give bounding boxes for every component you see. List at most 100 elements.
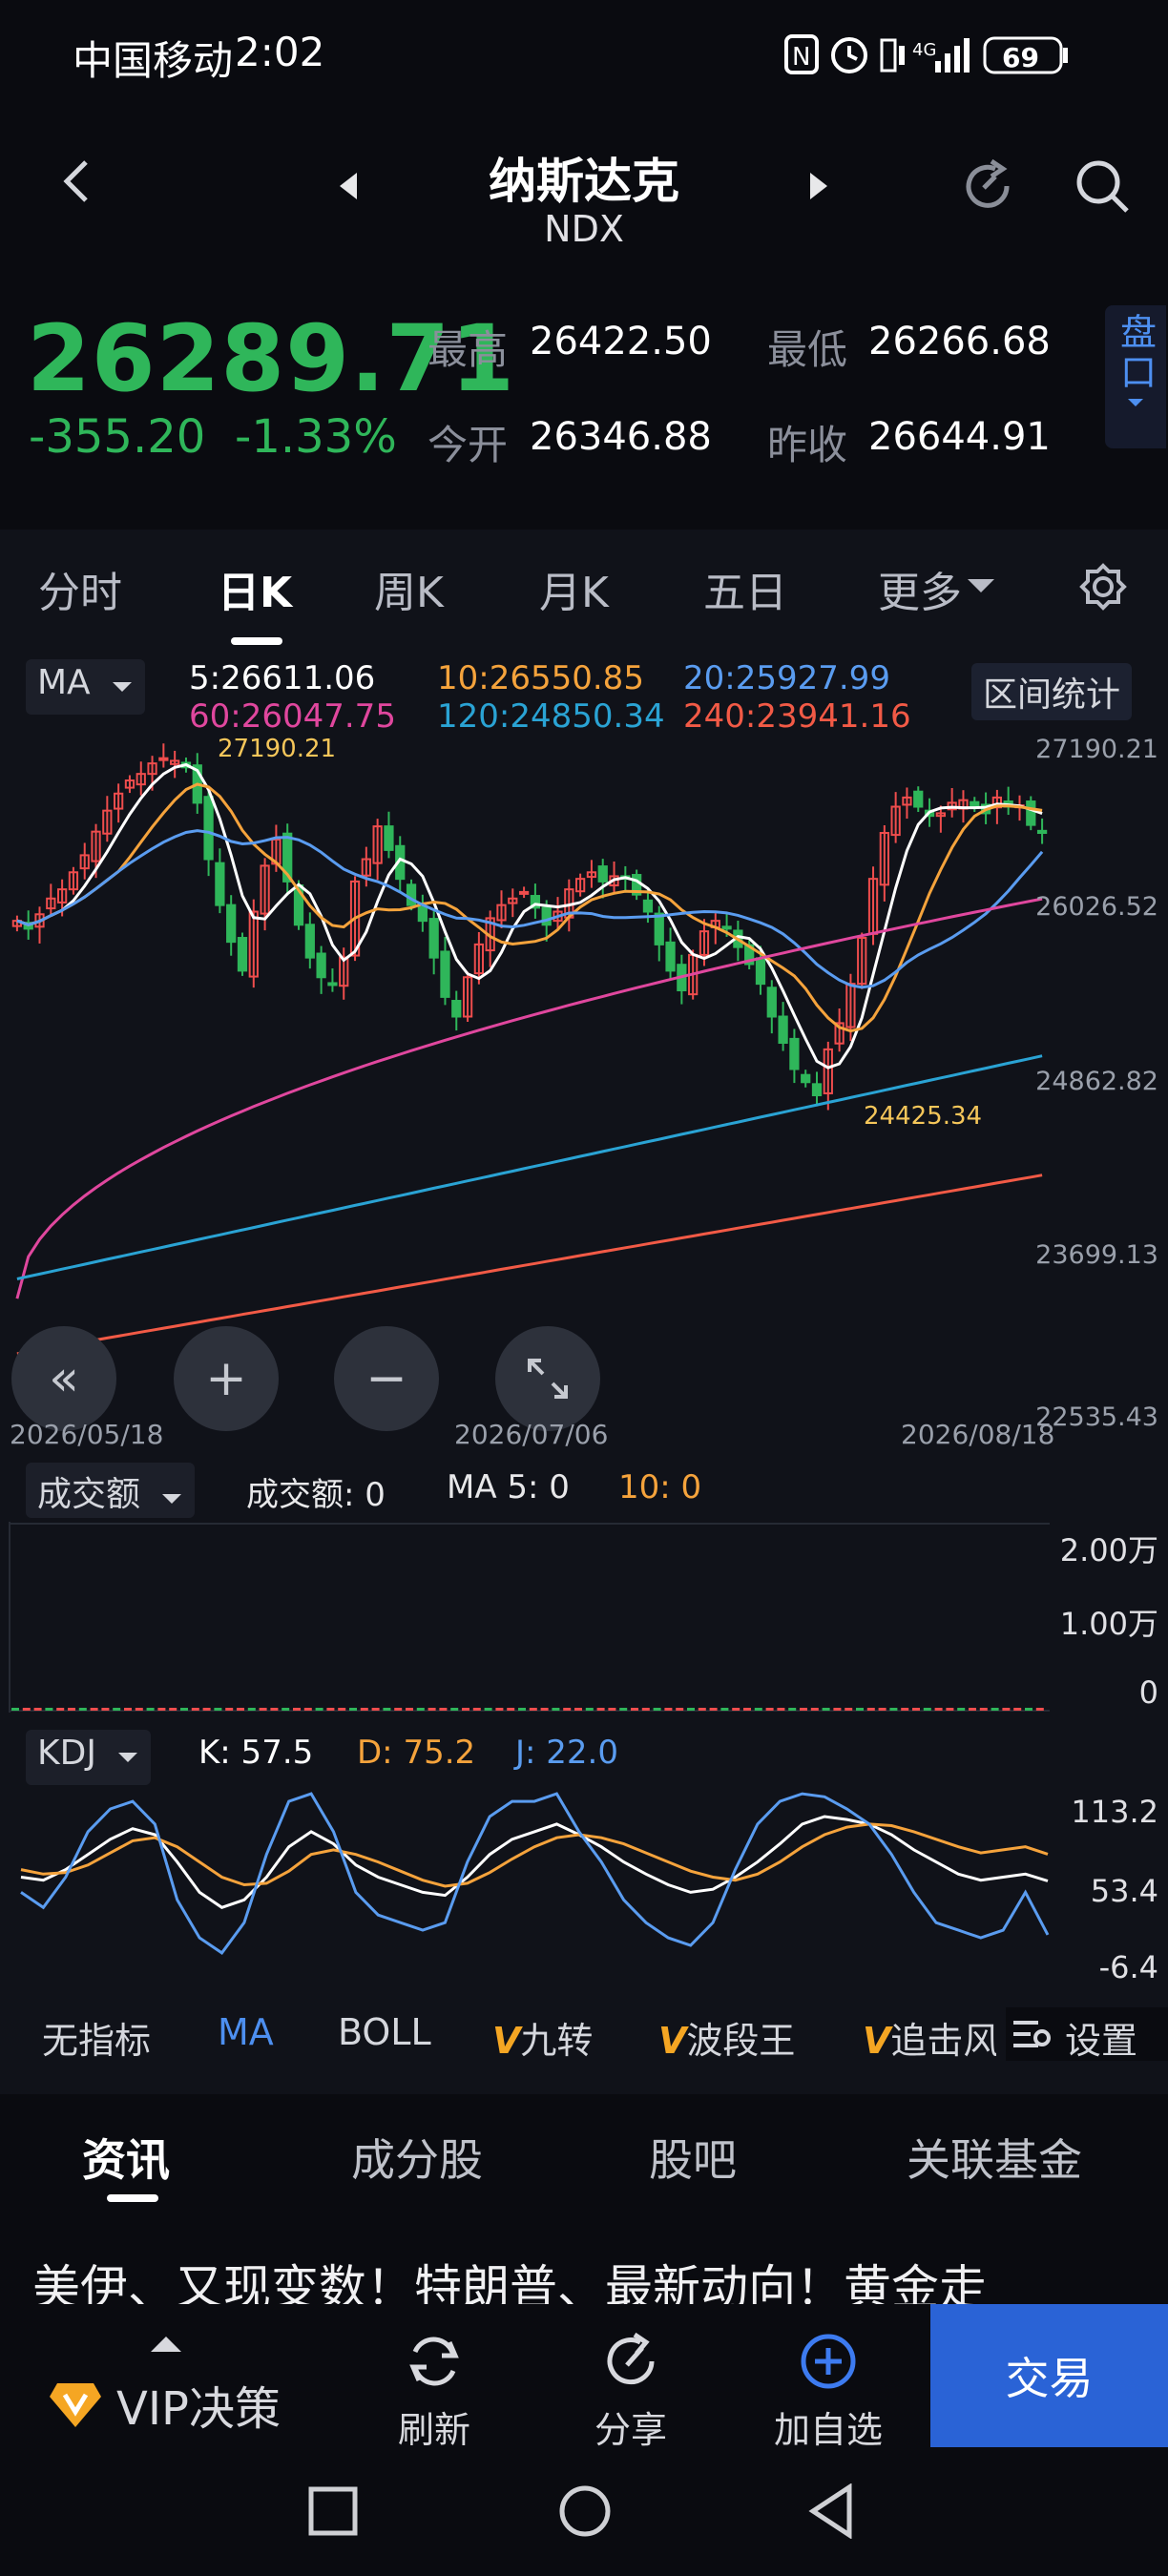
tab-monthly-k[interactable]: 月K xyxy=(539,558,609,619)
candlestick-chart[interactable] xyxy=(0,720,1168,1379)
news-list: 美伊、又现变数！特朗普、最新动向！黄金走 xyxy=(0,2213,1168,2309)
volume-bar xyxy=(765,1708,774,1711)
candle-body xyxy=(327,982,338,987)
share-button[interactable]: 分享 xyxy=(578,2331,683,2453)
back-icon[interactable] xyxy=(48,153,105,210)
scroll-left-button[interactable]: « xyxy=(11,1326,116,1431)
volume-bar xyxy=(732,1708,740,1711)
kdj-selector[interactable]: KDJ xyxy=(26,1730,152,1785)
order-book-button[interactable]: 盘口 xyxy=(1105,305,1166,448)
recents-icon[interactable] xyxy=(307,2485,361,2539)
volume-bar xyxy=(416,1708,425,1711)
fullscreen-button[interactable] xyxy=(495,1326,600,1431)
indicator-ma[interactable]: MA xyxy=(218,2011,274,2053)
volume-ma10: 10: 0 xyxy=(618,1468,702,1506)
volume-bar xyxy=(664,1708,673,1711)
tab-constituents[interactable]: 成分股 xyxy=(351,2126,483,2189)
x-tick-0: 2026/05/18 xyxy=(10,1419,164,1450)
candle-body xyxy=(518,890,530,895)
trade-button[interactable]: 交易 xyxy=(930,2304,1168,2447)
ma5-line xyxy=(16,762,1043,1070)
back-nav-icon[interactable] xyxy=(807,2483,855,2539)
volume-chart[interactable] xyxy=(0,1522,1168,1717)
status-icons: N 4G 69 xyxy=(784,34,1068,74)
add-watchlist-button[interactable]: 加自选 xyxy=(763,2331,893,2453)
candle-body xyxy=(766,987,777,1018)
candle-body xyxy=(158,757,169,761)
zoom-out-button[interactable]: − xyxy=(334,1326,439,1431)
zoom-in-button[interactable]: + xyxy=(174,1326,279,1431)
indicator-wave-king[interactable]: V波段王 xyxy=(658,2011,795,2064)
volume-bar xyxy=(822,1708,830,1711)
kdj-j-value: J: 22.0 xyxy=(515,1734,618,1772)
y-tick-1: 26026.52 xyxy=(1035,892,1158,922)
prev-index-icon[interactable] xyxy=(329,162,367,210)
prev-close-value: 26644.91 xyxy=(868,415,1051,459)
range-stats-button[interactable]: 区间统计 xyxy=(971,663,1133,720)
volume-bar xyxy=(56,1708,65,1711)
kdj-k-value: K: 57.5 xyxy=(198,1734,314,1772)
ma5-value: 5:26611.06 xyxy=(189,659,376,697)
volume-bar xyxy=(1002,1708,1011,1711)
tab-forum[interactable]: 股吧 xyxy=(649,2126,737,2189)
volume-bar xyxy=(574,1708,582,1711)
refresh-button[interactable]: 刷新 xyxy=(382,2331,487,2453)
kdj-chart[interactable] xyxy=(0,1787,1168,1987)
volume-bar xyxy=(303,1708,312,1711)
volume-bar xyxy=(720,1708,729,1711)
vip-decision-button[interactable]: VIP决策 xyxy=(48,2371,281,2438)
candle-body xyxy=(226,904,237,944)
candle-body xyxy=(203,796,214,861)
volume-bar xyxy=(676,1708,684,1711)
svg-text:N: N xyxy=(792,43,810,72)
news-headline[interactable]: 美伊、又现变数！特朗普、最新动向！黄金走 xyxy=(32,2250,987,2309)
indicator-none[interactable]: 无指标 xyxy=(42,2011,151,2064)
next-index-icon[interactable] xyxy=(800,162,838,210)
y-tick-3: 23699.13 xyxy=(1035,1240,1158,1270)
ma10-value: 10:26550.85 xyxy=(437,659,644,697)
volume-bar xyxy=(326,1708,335,1711)
volume-bar xyxy=(450,1708,459,1711)
volume-bar xyxy=(878,1708,886,1711)
indicator-settings-button[interactable]: 设置 xyxy=(1006,2007,1168,2062)
kdj-tick-2: -6.4 xyxy=(1098,1949,1158,1985)
volume-bar xyxy=(934,1708,943,1711)
volume-bar xyxy=(237,1708,244,1711)
y-tick-2: 24862.82 xyxy=(1035,1067,1158,1096)
tab-daily-k[interactable]: 日K xyxy=(218,558,292,619)
home-icon[interactable] xyxy=(557,2483,613,2539)
volume-bar xyxy=(507,1708,515,1711)
high-value: 26422.50 xyxy=(530,320,712,364)
refresh-icon[interactable] xyxy=(954,153,1021,219)
max-annotation: 27190.21 xyxy=(218,735,337,763)
indicator-boll[interactable]: BOLL xyxy=(338,2011,431,2053)
system-nav-bar xyxy=(0,2447,1168,2576)
volume-bar xyxy=(113,1708,121,1711)
low-label: 最低 xyxy=(767,326,848,373)
ma-selector[interactable]: MA xyxy=(26,659,146,715)
expand-up-icon[interactable] xyxy=(147,2333,185,2354)
search-icon[interactable] xyxy=(1069,153,1136,219)
indicator-nine-turn[interactable]: V九转 xyxy=(492,2011,593,2064)
volume-selector[interactable]: 成交额 xyxy=(26,1463,196,1518)
volume-bar xyxy=(495,1708,504,1711)
ma120-line xyxy=(16,1054,1043,1280)
volume-bar xyxy=(202,1708,211,1711)
volume-bar xyxy=(406,1708,413,1711)
tab-intraday[interactable]: 分时 xyxy=(38,558,122,619)
candle-body xyxy=(654,912,664,945)
volume-bar xyxy=(777,1708,785,1711)
gear-icon[interactable] xyxy=(1074,558,1132,615)
caret-down-icon xyxy=(1128,399,1143,406)
tab-five-day[interactable]: 五日 xyxy=(703,558,787,619)
tab-more[interactable]: 更多 xyxy=(878,558,962,619)
tab-news[interactable]: 资讯 xyxy=(82,2126,170,2189)
kdj-d-value: D: 75.2 xyxy=(357,1734,476,1772)
tab-weekly-k[interactable]: 周K xyxy=(374,558,444,619)
volume-bar xyxy=(90,1708,98,1711)
volume-bar xyxy=(563,1708,572,1711)
volume-bar xyxy=(957,1708,966,1711)
tab-related-funds[interactable]: 关联基金 xyxy=(907,2126,1082,2189)
volume-bar xyxy=(687,1708,695,1711)
indicator-chase[interactable]: V追击风 xyxy=(863,2011,996,2064)
